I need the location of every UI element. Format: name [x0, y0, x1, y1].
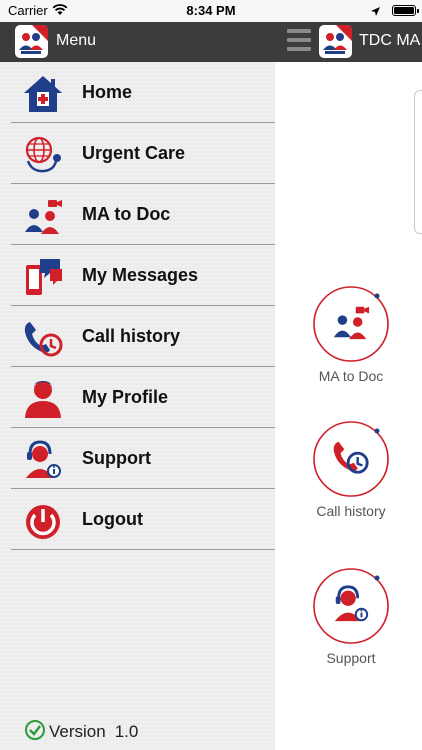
version-label: Version [49, 722, 106, 741]
version-info: Version 1.0 [25, 719, 139, 745]
home-icon [22, 74, 64, 114]
main-header: TDC MA T [275, 22, 422, 62]
menu-item-my-profile[interactable]: My Profile [0, 367, 275, 428]
quick-action-call-history[interactable]: Call history [291, 419, 411, 519]
quick-action-label: Support [326, 650, 376, 666]
menu-item-label: Call history [82, 326, 181, 346]
battery-icon [392, 5, 419, 16]
drawer-title: Menu [56, 32, 97, 49]
menu-item-logout[interactable]: Logout [0, 489, 275, 550]
call-history-icon [22, 318, 64, 358]
menu-item-label: My Messages [82, 265, 199, 285]
clock-time: 8:34 PM [186, 3, 236, 18]
menu-item-label: My Profile [82, 387, 169, 407]
profile-icon [22, 379, 64, 419]
menu-item-ma-to-doc[interactable]: MA to Doc [0, 184, 275, 245]
menu-item-urgent-care[interactable]: Urgent Care [0, 123, 275, 184]
menu-item-label: Urgent Care [82, 143, 186, 163]
divider [11, 549, 275, 550]
menu-item-home[interactable]: Home [0, 62, 275, 123]
quick-action-label: Call history [316, 503, 386, 519]
menu-item-label: Home [82, 82, 133, 102]
menu-item-label: MA to Doc [82, 204, 171, 224]
menu-item-label: Support [82, 448, 151, 468]
drawer-menu: Home Urgent Care MA to Doc My Messages C… [0, 62, 275, 550]
menu-item-my-messages[interactable]: My Messages [0, 245, 275, 306]
quick-action-support[interactable]: Support [291, 566, 411, 666]
main-content: MA to Doc Call history Support [275, 62, 422, 750]
globe-stethoscope-icon [22, 135, 64, 175]
phone-chat-icon [22, 257, 64, 297]
app-logo-icon [15, 25, 48, 58]
app-logo-icon [319, 25, 352, 58]
drawer-header: Menu [0, 22, 275, 62]
side-drawer: Menu Home Urgent Care MA to Doc My Messa… [0, 22, 275, 750]
main-title: TDC MA T [359, 32, 422, 49]
support-agent-icon [331, 584, 371, 629]
location-arrow-icon [370, 4, 381, 22]
version-number: 1.0 [114, 722, 139, 741]
quick-action-label: MA to Doc [318, 368, 384, 384]
menu-item-support[interactable]: Support [0, 428, 275, 489]
menu-item-label: Logout [82, 509, 143, 529]
quick-action-ma-to-doc[interactable]: MA to Doc [291, 284, 411, 384]
menu-item-call-history[interactable]: Call history [0, 306, 275, 367]
support-agent-icon [22, 440, 64, 480]
call-history-icon [331, 437, 371, 482]
info-card [414, 90, 422, 234]
doctors-video-icon [22, 196, 64, 236]
hamburger-menu-icon[interactable] [287, 29, 311, 55]
power-icon [22, 501, 64, 541]
check-circle-icon [25, 719, 45, 745]
doctors-video-icon [331, 302, 371, 347]
status-bar: Carrier 8:34 PM [0, 0, 422, 22]
